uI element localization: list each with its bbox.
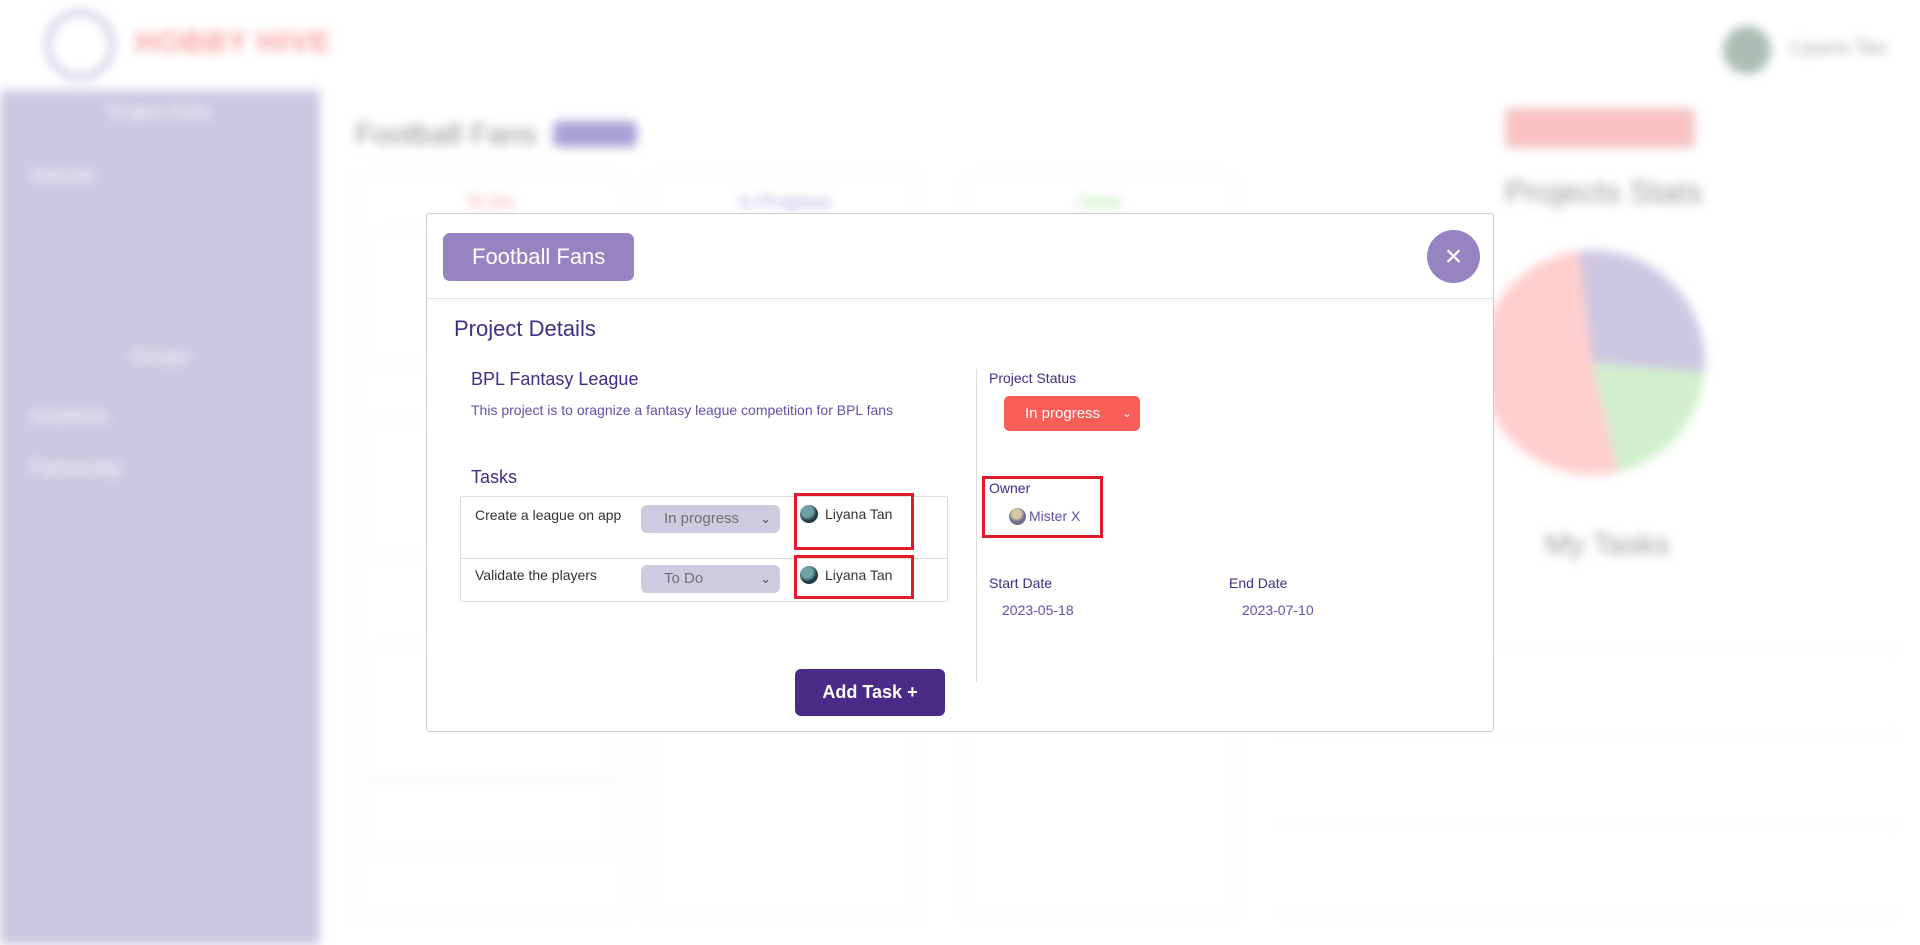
project-status-select[interactable]: In progress ⌄ bbox=[1004, 396, 1140, 431]
end-date-value: 2023-07-10 bbox=[1242, 602, 1314, 618]
project-description: This project is to oragnize a fantasy le… bbox=[471, 402, 894, 418]
section-title: Project Details bbox=[454, 316, 596, 341]
assignee-highlight-box bbox=[794, 555, 914, 599]
close-button[interactable]: × bbox=[1427, 230, 1480, 283]
add-task-button[interactable]: Add Task + bbox=[795, 669, 945, 716]
project-name: BPL Fantasy League bbox=[471, 369, 639, 389]
chevron-down-icon: ⌄ bbox=[1121, 406, 1132, 420]
modal-header: Football Fans × bbox=[427, 214, 1493, 299]
task-name: Validate the players bbox=[475, 567, 597, 583]
end-date-label: End Date bbox=[1229, 575, 1288, 591]
close-icon: × bbox=[1444, 240, 1463, 273]
divider bbox=[976, 369, 977, 683]
modal-title: Football Fans bbox=[443, 233, 635, 281]
assignee-highlight-box bbox=[794, 493, 914, 550]
task-status-value: To Do bbox=[664, 570, 704, 587]
start-date-value: 2023-05-18 bbox=[1002, 602, 1074, 618]
chevron-down-icon: ⌄ bbox=[760, 511, 771, 526]
task-status-select[interactable]: To Do ⌄ bbox=[641, 565, 780, 593]
start-date-label: Start Date bbox=[989, 575, 1053, 591]
task-status-select[interactable]: In progress ⌄ bbox=[641, 505, 780, 533]
tasks-title: Tasks bbox=[471, 467, 518, 487]
project-status-label: Project Status bbox=[989, 370, 1077, 386]
chevron-down-icon: ⌄ bbox=[760, 571, 771, 586]
owner-highlight-box bbox=[982, 476, 1103, 538]
task-name: Create a league on app bbox=[475, 507, 622, 523]
task-status-value: In progress bbox=[664, 510, 740, 527]
project-status-value: In progress bbox=[1025, 405, 1101, 422]
project-details-modal: Football Fans × Project Details BPL Fant… bbox=[426, 213, 1494, 732]
